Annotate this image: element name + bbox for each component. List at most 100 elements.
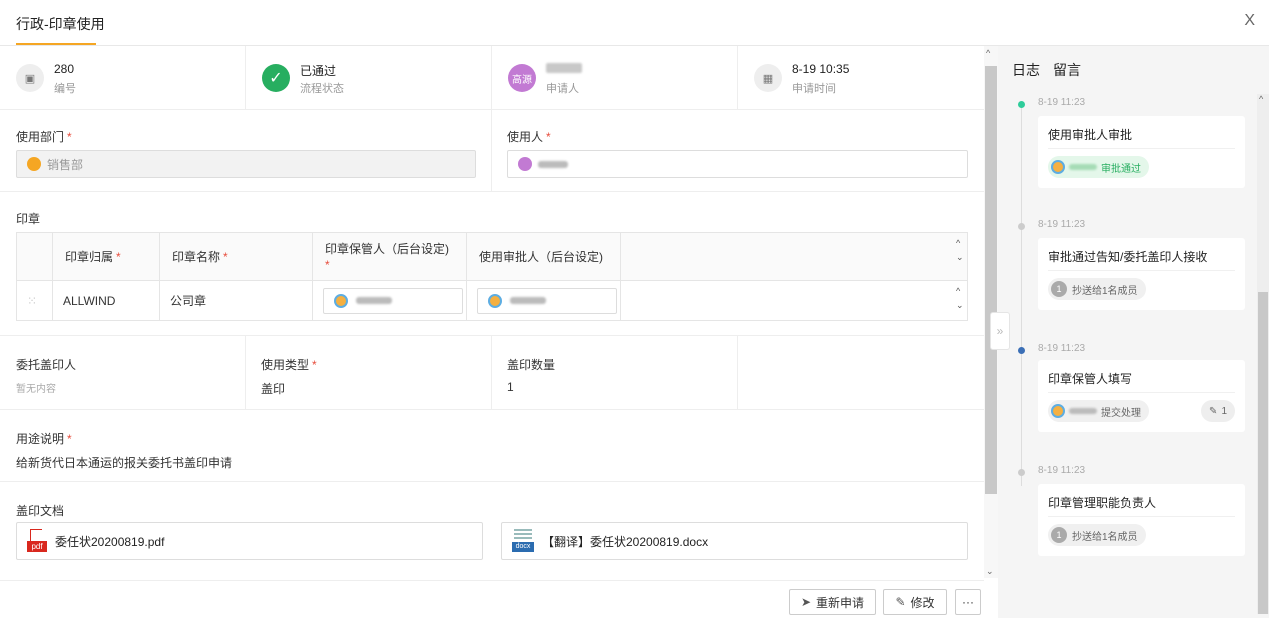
timeline-card: 使用审批人审批 审批通过 <box>1038 116 1245 188</box>
entry-title: 使用审批人审批 <box>1048 128 1133 142</box>
send-icon: ➤ <box>800 595 812 609</box>
submitted-chip: 提交处理 <box>1048 400 1149 422</box>
seal-section: 印章 印章归属 * 印章名称 * 印章保管人（后台设定) * 使用审批人（后台设定) … <box>0 192 984 336</box>
status-label: 流程状态 <box>300 83 344 95</box>
scroll-thumb[interactable] <box>1258 292 1268 614</box>
chip-text: 抄送给1名成员 <box>1072 285 1138 297</box>
approver-avatar <box>1051 160 1065 174</box>
info-status: ✓ 已通过 流程状态 <box>246 46 492 110</box>
dept-icon <box>27 157 41 171</box>
keeper-name-blurred <box>1069 408 1097 414</box>
use-type-label: 使用类型 * <box>261 358 317 372</box>
info-time: ▦ 8-19 10:35 申请时间 <box>738 46 984 110</box>
seal-table-header: 印章归属 * 印章名称 * 印章保管人（后台设定) * 使用审批人（后台设定) <box>16 232 968 281</box>
entry-title: 审批通过告知/委托盖印人接收 <box>1048 250 1208 264</box>
chip-text: 抄送给1名成员 <box>1072 531 1138 543</box>
time-value: 8-19 10:35 <box>792 62 850 76</box>
col-handle <box>16 232 53 281</box>
more-button[interactable]: ··· <box>955 589 981 615</box>
calendar-icon: ▦ <box>754 64 782 92</box>
title-underline <box>16 43 96 45</box>
entry-time: 8-19 11:23 <box>1038 219 1086 230</box>
footer-bar: ➤ 重新申请 ✎ 修改 ··· <box>0 580 984 618</box>
approver-name-blurred <box>510 297 546 304</box>
purpose-label: 用途说明 * <box>16 432 72 446</box>
docs-section: 盖印文档 pdf 委任状20200819.pdf docx 【翻译】委任状202… <box>0 482 984 580</box>
seal-name: 公司章 <box>159 280 313 321</box>
row-spacer <box>620 280 968 321</box>
info-applicant: 高源 申请人 <box>492 46 738 110</box>
side-scrollbar[interactable]: ^ <box>1257 94 1269 614</box>
purpose-section: 用途说明 * 给新货代日本通运的报关委托书盖印申请 <box>0 410 984 482</box>
tab-comments[interactable]: 留言 <box>1053 60 1081 80</box>
title-bar: 行政-印章使用 X <box>0 0 1269 46</box>
keeper-name-blurred <box>356 297 392 304</box>
scroll-thumb[interactable] <box>985 66 997 494</box>
delegate-label: 委托盖印人 <box>16 358 77 372</box>
side-panel: 日志 留言 8-19 11:23 使用审批人审批 审批通过 8-19 11:23… <box>998 46 1269 618</box>
dept-field: 销售部 <box>16 150 476 178</box>
dept-label: 使用部门 * <box>16 130 72 144</box>
row-scroll-arrows[interactable]: ^ ⌄ <box>956 284 964 312</box>
cc-chip[interactable]: 1 抄送给1名成员 <box>1048 524 1146 546</box>
timeline-card: 印章管理职能负责人 1 抄送给1名成员 <box>1038 484 1245 556</box>
wrench-icon: ✎ <box>1209 405 1218 417</box>
divider <box>1048 516 1235 517</box>
resubmit-button[interactable]: ➤ 重新申请 <box>789 589 876 615</box>
drag-handle-icon[interactable]: ⁙ <box>16 280 53 321</box>
approver-cell <box>466 280 621 321</box>
keeper-avatar <box>1051 404 1065 418</box>
count-badge: 1 <box>1051 281 1067 297</box>
usage-section: 委托盖印人 暂无内容 使用类型 * 盖印 盖印数量 1 <box>0 336 984 410</box>
scroll-up-icon[interactable]: ^ <box>1259 94 1263 104</box>
timeline-dot <box>1018 223 1025 230</box>
docx-file-icon: docx <box>512 529 534 553</box>
doc-name: 【翻译】委任状20200819.docx <box>542 534 709 549</box>
avatar: 高源 <box>508 64 536 92</box>
chip-text: 提交处理 <box>1101 407 1141 419</box>
count-badge: 1 <box>1051 527 1067 543</box>
entry-time: 8-19 11:23 <box>1038 97 1086 108</box>
tab-log[interactable]: 日志 <box>1012 60 1040 80</box>
approver-field[interactable] <box>477 287 617 314</box>
number-label: 编号 <box>54 83 76 95</box>
scroll-down-icon[interactable]: ⌄ <box>986 566 994 577</box>
number-value: 280 <box>54 62 75 76</box>
close-icon[interactable]: X <box>1244 12 1255 30</box>
wrench-count-chip[interactable]: ✎ 1 <box>1201 400 1235 422</box>
entry-time: 8-19 11:23 <box>1038 465 1086 476</box>
col-seal-name: 印章名称 * <box>159 232 313 281</box>
doc-card-docx[interactable]: docx 【翻译】委任状20200819.docx <box>501 522 968 560</box>
divider <box>1048 148 1235 149</box>
cc-chip[interactable]: 1 抄送给1名成员 <box>1048 278 1146 300</box>
resubmit-label: 重新申请 <box>816 595 865 610</box>
divider <box>1048 270 1235 271</box>
count-value: 1 <box>507 380 514 394</box>
applicant-label: 申请人 <box>546 83 579 95</box>
doc-name: 委任状20200819.pdf <box>55 534 165 549</box>
side-tabs: 日志 留言 <box>998 46 1269 88</box>
divider <box>1048 392 1235 393</box>
col-spacer <box>620 232 968 281</box>
edit-button[interactable]: ✎ 修改 <box>883 589 947 615</box>
seal-table: 印章归属 * 印章名称 * 印章保管人（后台设定) * 使用审批人（后台设定) ⁙ A… <box>16 232 968 321</box>
user-label: 使用人 * <box>507 130 551 144</box>
scroll-up-icon[interactable]: ^ <box>986 48 990 58</box>
keeper-cell <box>312 280 467 321</box>
table-scroll-arrows[interactable]: ^ ⌄ <box>956 236 964 264</box>
divider <box>245 336 246 409</box>
collapse-panel-icon[interactable]: » <box>990 312 1010 350</box>
wrench-count: 1 <box>1221 405 1227 417</box>
divider <box>491 336 492 409</box>
doc-card-pdf[interactable]: pdf 委任状20200819.pdf <box>16 522 483 560</box>
seal-section-label: 印章 <box>16 212 41 226</box>
edit-label: 修改 <box>910 595 935 610</box>
page-title: 行政-印章使用 <box>16 16 105 32</box>
user-avatar-icon <box>518 157 532 171</box>
user-field[interactable] <box>507 150 968 178</box>
keeper-field[interactable] <box>323 287 463 314</box>
col-keeper: 印章保管人（后台设定) * <box>312 232 467 281</box>
purpose-value: 给新货代日本通运的报关委托书盖印申请 <box>16 456 233 470</box>
col-owner: 印章归属 * <box>52 232 160 281</box>
hash-icon: ▣ <box>16 64 44 92</box>
